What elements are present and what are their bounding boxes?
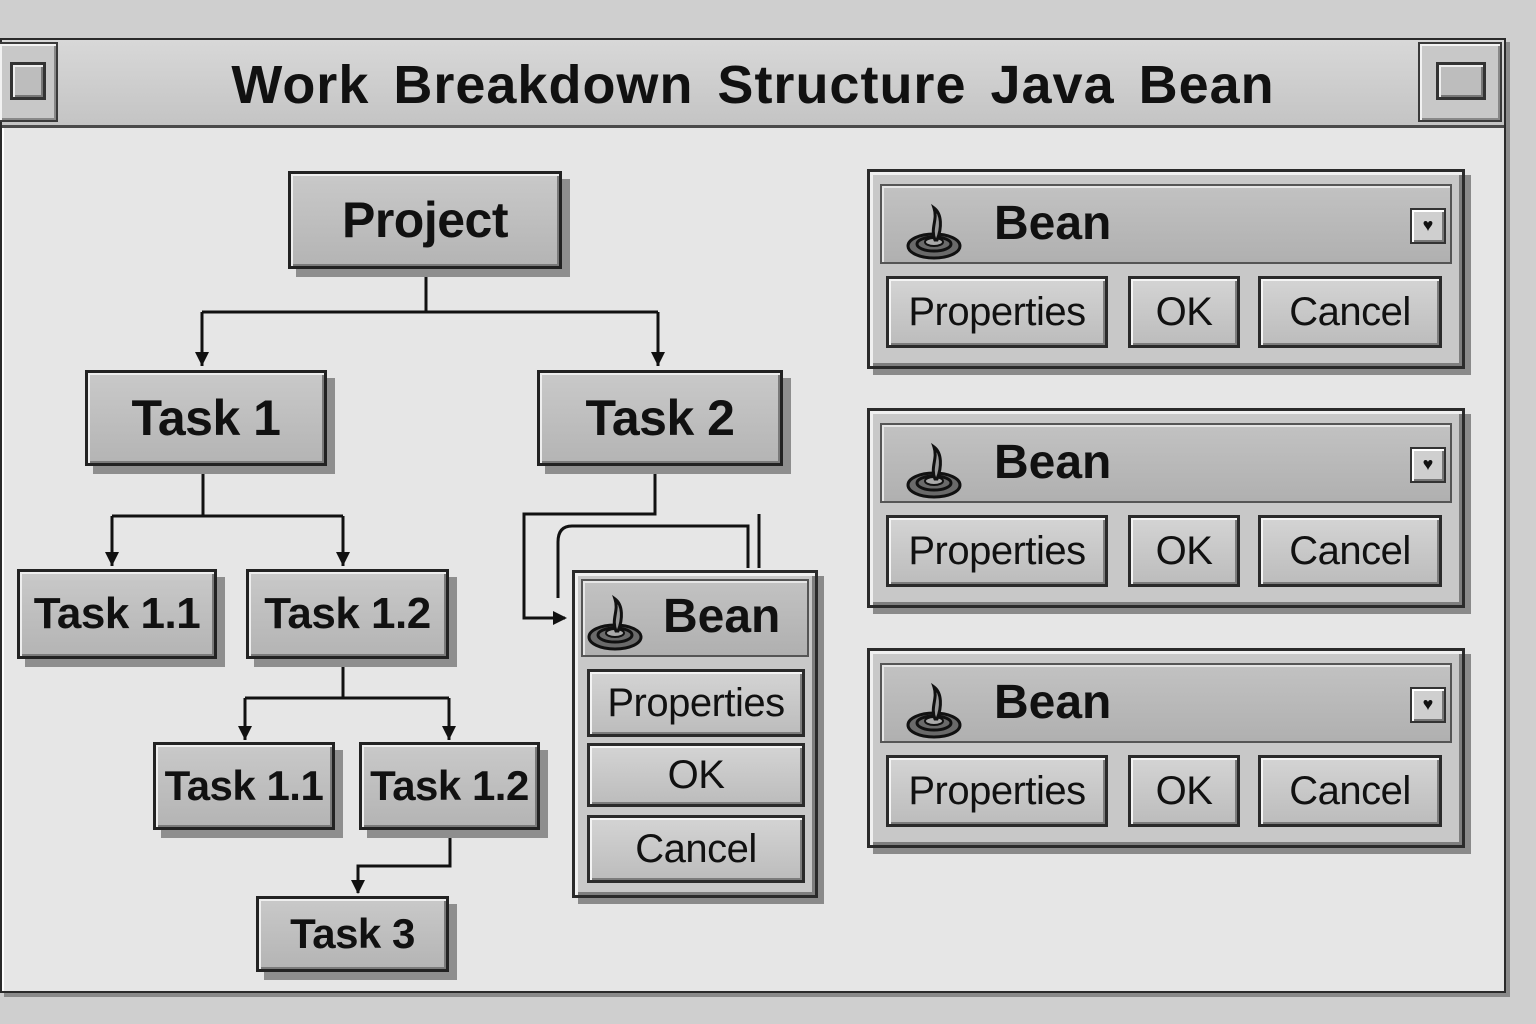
node-task-1-2-2[interactable]: Task 1.2 (359, 742, 540, 830)
node-task-2[interactable]: Task 2 (537, 370, 783, 466)
bean-panel-cancel-button[interactable]: Cancel (1258, 276, 1442, 348)
bean-panel-header: Bean ♥ (880, 663, 1452, 743)
bean-panel-properties-button[interactable]: Properties (886, 515, 1108, 587)
node-task-3[interactable]: Task 3 (256, 896, 449, 972)
bean-panel-ok-button[interactable]: OK (1128, 276, 1240, 348)
bean-panel-2: Bean ♥ Properties OK Cancel (867, 408, 1465, 608)
java-bean-icon (906, 203, 962, 260)
inline-bean-panel: Bean Properties OK Cancel (572, 570, 818, 898)
maximize-icon (1436, 62, 1486, 100)
bean-panel-ok-button[interactable]: OK (1128, 755, 1240, 827)
bean-panel-1: Bean ♥ Properties OK Cancel (867, 169, 1465, 369)
java-bean-icon (906, 442, 962, 499)
bean-panel-title: Bean (994, 197, 1112, 250)
node-task-1-1[interactable]: Task 1.1 (17, 569, 217, 659)
node-project[interactable]: Project (288, 171, 562, 269)
window-title: Work Breakdown Structure Java Bean (231, 55, 1275, 115)
bean-panel-header: Bean ♥ (880, 184, 1452, 264)
inline-bean-properties-button[interactable]: Properties (587, 669, 805, 737)
inline-bean-cancel-button[interactable]: Cancel (587, 815, 805, 883)
bean-panel-3: Bean ♥ Properties OK Cancel (867, 648, 1465, 848)
inline-bean-ok-button[interactable]: OK (587, 743, 805, 807)
bean-panel-title: Bean (994, 436, 1112, 489)
inline-bean-header: Bean (581, 579, 809, 657)
bean-panel-cancel-button[interactable]: Cancel (1258, 515, 1442, 587)
bean-panel-title: Bean (994, 676, 1112, 729)
node-task-1-2[interactable]: Task 1.2 (246, 569, 449, 659)
heart-dropdown-icon[interactable]: ♥ (1410, 687, 1446, 723)
java-bean-icon (906, 682, 962, 739)
bean-panel-ok-button[interactable]: OK (1128, 515, 1240, 587)
bean-panel-properties-button[interactable]: Properties (886, 755, 1108, 827)
node-task-1-2-1[interactable]: Task 1.1 (153, 742, 335, 830)
title-bar[interactable]: Work Breakdown Structure Java Bean (0, 40, 1504, 128)
inline-bean-title: Bean (663, 590, 781, 643)
bean-panel-properties-button[interactable]: Properties (886, 276, 1108, 348)
bean-panel-header: Bean ♥ (880, 423, 1452, 503)
heart-dropdown-icon[interactable]: ♥ (1410, 447, 1446, 483)
node-task-1[interactable]: Task 1 (85, 370, 327, 466)
heart-dropdown-icon[interactable]: ♥ (1410, 208, 1446, 244)
java-bean-icon (587, 594, 643, 651)
maximize-button[interactable] (1418, 42, 1502, 122)
bean-panel-cancel-button[interactable]: Cancel (1258, 755, 1442, 827)
